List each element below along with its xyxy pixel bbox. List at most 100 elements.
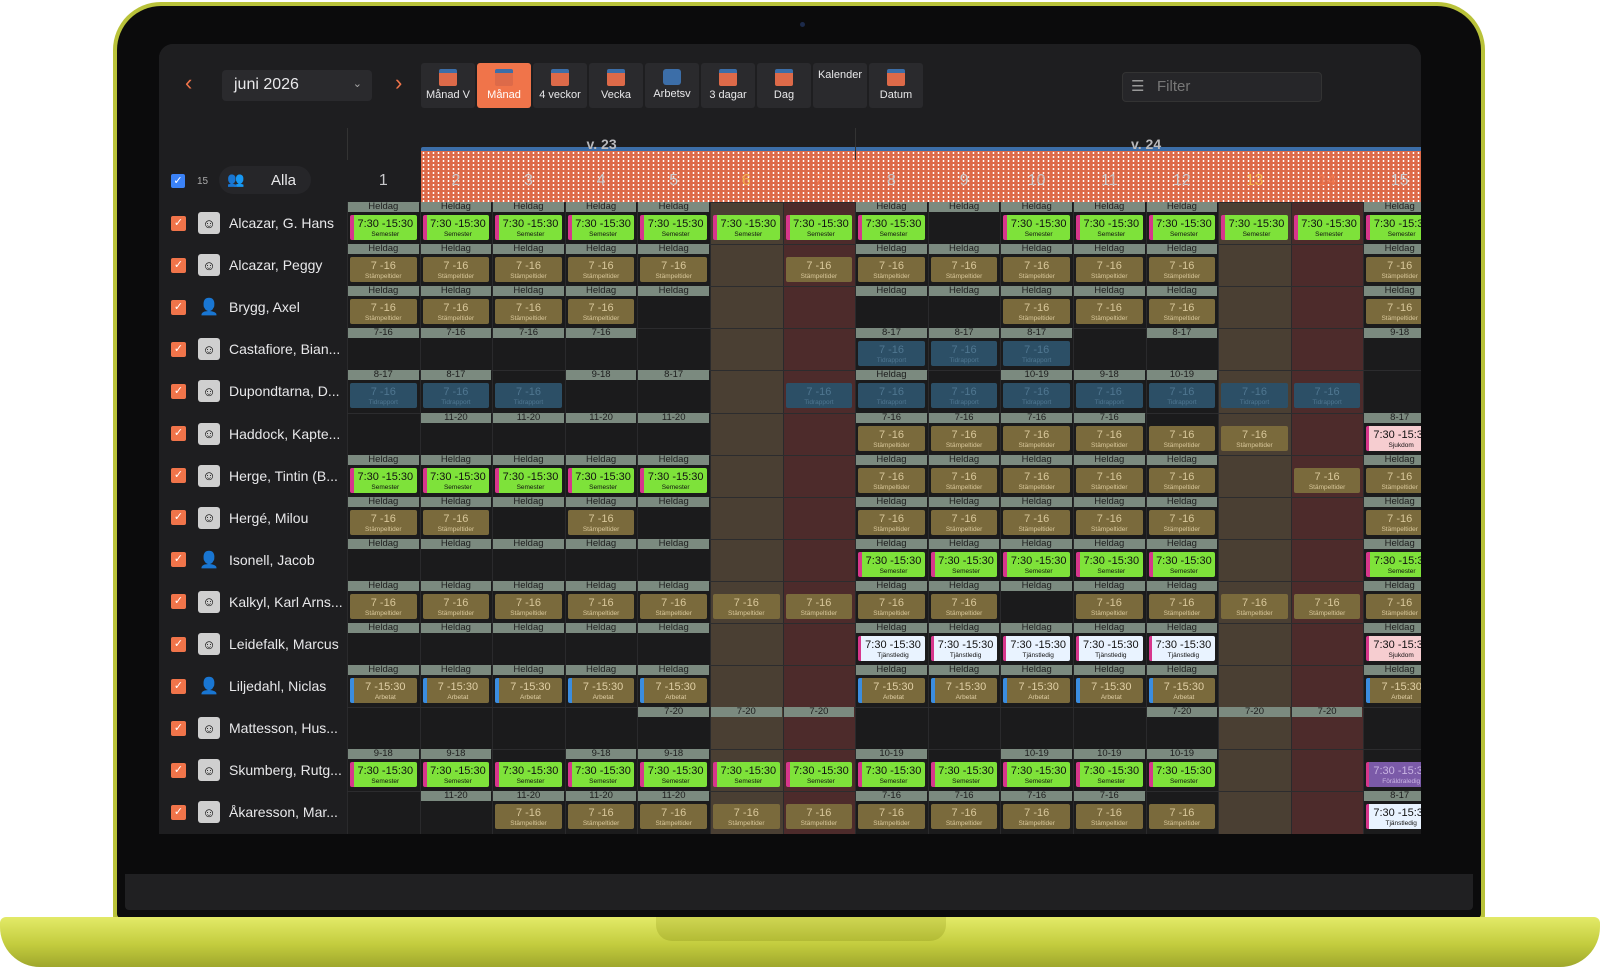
- shift-block[interactable]: 7:30 -15:30Semester: [1366, 215, 1421, 240]
- shift-block[interactable]: 7:30 -15:30Semester: [1003, 762, 1070, 788]
- view-button-0[interactable]: Månad V: [421, 63, 475, 108]
- shift-block[interactable]: 7:30 -15:30Semester: [422, 762, 490, 788]
- shift-block[interactable]: 7:30 -15:30Semester: [1076, 215, 1143, 240]
- shift-block[interactable]: 7 -16 Tidrapport: [1293, 383, 1361, 409]
- shift-block[interactable]: 7 -15:30 Arbetat: [1076, 678, 1143, 704]
- shift-block[interactable]: 7:30 -15:30Semester: [422, 215, 490, 240]
- person-checkbox[interactable]: ✓: [171, 257, 186, 273]
- shift-block[interactable]: 7:30 -15:30Semester: [1221, 215, 1288, 240]
- shift-block[interactable]: 7:30 -15:30Semester: [640, 215, 707, 240]
- shift-block[interactable]: 7 -16 Tidrapport: [1148, 383, 1216, 409]
- shift-block[interactable]: 7 -15:30 Arbetat: [1366, 678, 1421, 704]
- view-button-5[interactable]: 3 dagar: [701, 63, 755, 108]
- person-row[interactable]: ✓ ☺ Dupondtarna, D...: [159, 370, 347, 412]
- prev-month-chevron-icon[interactable]: ‹: [185, 72, 192, 94]
- person-checkbox[interactable]: ✓: [171, 341, 186, 357]
- shift-block[interactable]: 7 -16 Stämpeltider: [858, 509, 925, 535]
- person-row[interactable]: ✓ ☺ Hergé, Milou: [159, 497, 347, 539]
- shift-block[interactable]: 7 -15:30 Arbetat: [422, 678, 490, 704]
- shift-block[interactable]: 7 -16 Stämpeltider: [785, 804, 853, 830]
- shift-block[interactable]: 7:30 -15:30Semester: [713, 762, 780, 788]
- shift-block[interactable]: 7 -16 Tidrapport: [1003, 341, 1070, 367]
- shift-block[interactable]: 7 -16 Tidrapport: [350, 383, 417, 409]
- shift-block[interactable]: 7:30 -15:30Semester: [495, 762, 562, 788]
- view-button-3[interactable]: Vecka: [589, 63, 643, 108]
- shift-block[interactable]: 7 -16 Stämpeltider: [1003, 425, 1070, 451]
- shift-block[interactable]: 7 -16 Stämpeltider: [1076, 804, 1143, 830]
- shift-block[interactable]: 7 -16 Stämpeltider: [640, 804, 707, 830]
- shift-block[interactable]: 7 -16 Stämpeltider: [930, 257, 998, 283]
- shift-block[interactable]: 7 -16 Stämpeltider: [567, 804, 635, 830]
- shift-block[interactable]: 7:30 -15:30Semester: [350, 215, 417, 240]
- person-row[interactable]: ✓ 👤 Brygg, Axel: [159, 286, 347, 328]
- person-row[interactable]: ✓ ☺ Haddock, Kapte...: [159, 413, 347, 455]
- person-row[interactable]: ✓ ☺ Kalkyl, Karl Arns...: [159, 581, 347, 623]
- shift-block[interactable]: 7 -16 Stämpeltider: [350, 257, 417, 283]
- person-row[interactable]: ✓ ☺ Mattesson, Hus...: [159, 707, 347, 749]
- person-checkbox[interactable]: ✓: [171, 299, 186, 315]
- shift-block[interactable]: 7 -16 Stämpeltider: [713, 593, 780, 619]
- shift-block[interactable]: 7 -16 Stämpeltider: [567, 509, 635, 535]
- person-row[interactable]: ✓ 👤 Liljedahl, Niclas: [159, 665, 347, 707]
- shift-block[interactable]: 7:30 -15:30Föräldraledig: [1366, 762, 1421, 788]
- shift-block[interactable]: 7:30 -15:30Semester: [567, 762, 635, 788]
- shift-block[interactable]: 7 -16 Stämpeltider: [1366, 299, 1421, 325]
- next-month-chevron-icon[interactable]: ›: [395, 72, 402, 94]
- person-checkbox[interactable]: ✓: [171, 510, 186, 526]
- shift-block[interactable]: 7 -16 Stämpeltider: [1221, 425, 1288, 451]
- person-row[interactable]: ✓ ☺ Skumberg, Rutg...: [159, 749, 347, 791]
- shift-block[interactable]: 7 -16 Stämpeltider: [495, 804, 562, 830]
- person-checkbox[interactable]: ✓: [171, 594, 186, 610]
- shift-block[interactable]: 7 -16 Stämpeltider: [567, 593, 635, 619]
- shift-block[interactable]: 7 -16 Stämpeltider: [1076, 299, 1143, 325]
- shift-block[interactable]: 7:30 -15:30Semester: [785, 215, 853, 240]
- shift-block[interactable]: 7 -16 Stämpeltider: [1076, 593, 1143, 619]
- shift-block[interactable]: 7 -16 Stämpeltider: [495, 257, 562, 283]
- shift-block[interactable]: 7 -15:30 Arbetat: [495, 678, 562, 704]
- shift-block[interactable]: 7:30 -15:30Semester: [1003, 551, 1070, 577]
- view-button-1[interactable]: Månad: [477, 63, 531, 108]
- shift-block[interactable]: 7:30 -15:30Semester: [1076, 762, 1143, 788]
- shift-block[interactable]: 7 -16 Stämpeltider: [1148, 509, 1216, 535]
- shift-block[interactable]: 7 -16 Tidrapport: [422, 383, 490, 409]
- shift-block[interactable]: 7:30 -15:30Semester: [858, 215, 925, 240]
- shift-block[interactable]: 7 -16 Stämpeltider: [350, 299, 417, 325]
- shift-block[interactable]: 7:30 -15:30Tjänstledig: [1366, 804, 1421, 830]
- person-row[interactable]: ✓ ☺ Castafiore, Bian...: [159, 328, 347, 370]
- shift-block[interactable]: 7:30 -15:30Tjänstledig: [858, 636, 925, 661]
- person-row[interactable]: ✓ ☺ Alcazar, Peggy: [159, 244, 347, 286]
- shift-block[interactable]: 7:30 -15:30Semester: [567, 215, 635, 240]
- shift-block[interactable]: 7:30 -15:30Semester: [1148, 551, 1216, 577]
- person-checkbox[interactable]: ✓: [171, 215, 186, 231]
- view-button-7[interactable]: Kalender: [421, 63, 1421, 834]
- shift-block[interactable]: 7 -15:30 Arbetat: [350, 678, 417, 704]
- person-row[interactable]: ✓ 👤 Isonell, Jacob: [159, 539, 347, 581]
- shift-block[interactable]: 7:30 -15:30Semester: [640, 467, 707, 493]
- shift-block[interactable]: 7 -16 Stämpeltider: [930, 593, 998, 619]
- shift-block[interactable]: 7 -15:30 Arbetat: [567, 678, 635, 704]
- person-checkbox[interactable]: ✓: [171, 468, 186, 484]
- shift-block[interactable]: 7 -16 Stämpeltider: [640, 593, 707, 619]
- person-checkbox[interactable]: ✓: [171, 720, 186, 736]
- person-row[interactable]: ✓ ☺ Alcazar, G. Hans: [159, 202, 347, 244]
- all-people-button[interactable]: 👥 Alla: [219, 166, 311, 194]
- shift-block[interactable]: 7:30 -15:30Semester: [858, 762, 925, 788]
- shift-block[interactable]: 7 -16 Stämpeltider: [858, 467, 925, 493]
- shift-block[interactable]: 7 -16 Stämpeltider: [422, 593, 490, 619]
- person-row[interactable]: ✓ ☺ Herge, Tintin (B...: [159, 455, 347, 497]
- person-checkbox[interactable]: ✓: [171, 383, 186, 399]
- shift-block[interactable]: 7:30 -15:30Semester: [1148, 215, 1216, 240]
- shift-block[interactable]: 7 -16 Stämpeltider: [1366, 257, 1421, 283]
- shift-block[interactable]: 7 -16 Stämpeltider: [930, 509, 998, 535]
- shift-block[interactable]: 7 -16 Tidrapport: [930, 341, 998, 367]
- shift-block[interactable]: 7 -16 Stämpeltider: [1366, 467, 1421, 493]
- shift-block[interactable]: 7 -16 Tidrapport: [1076, 383, 1143, 409]
- shift-block[interactable]: 7 -16 Stämpeltider: [1221, 593, 1288, 619]
- shift-block[interactable]: 7 -16 Stämpeltider: [930, 804, 998, 830]
- shift-block[interactable]: 7 -16 Stämpeltider: [1003, 467, 1070, 493]
- shift-block[interactable]: 7 -16 Stämpeltider: [1148, 804, 1216, 830]
- shift-block[interactable]: 7:30 -15:30Semester: [930, 551, 998, 577]
- shift-block[interactable]: 7 -16 Tidrapport: [858, 383, 925, 409]
- shift-block[interactable]: 7 -15:30 Arbetat: [858, 678, 925, 704]
- shift-block[interactable]: 7 -16 Stämpeltider: [930, 425, 998, 451]
